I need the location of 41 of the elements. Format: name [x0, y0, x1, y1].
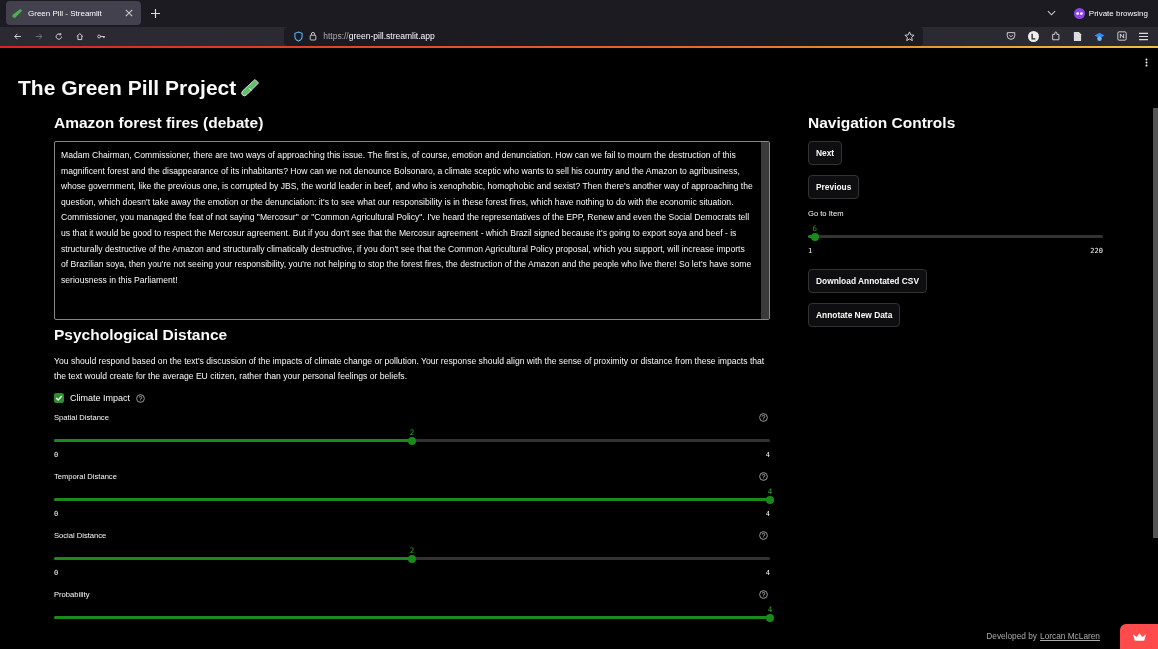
browser-tab[interactable]: Green Pill - Streamlit [6, 1, 141, 26]
more-options-icon[interactable] [1145, 58, 1148, 67]
home-icon[interactable] [76, 31, 84, 41]
checkbox-label: Climate Impact [70, 393, 131, 403]
document-icon[interactable] [1073, 30, 1082, 42]
help-icon[interactable] [759, 413, 768, 422]
close-icon[interactable] [125, 9, 133, 18]
menu-icon[interactable] [1139, 31, 1148, 41]
key-icon[interactable] [96, 32, 106, 40]
lock-icon [309, 31, 318, 42]
shield-icon [294, 30, 304, 42]
nav-button[interactable]: Next [808, 141, 843, 165]
reload-icon[interactable] [55, 31, 63, 41]
section-heading: Psychological Distance [54, 326, 229, 344]
url-text: https://green-pill.streamlit.app [323, 31, 435, 42]
help-icon[interactable] [759, 472, 768, 481]
footer-text: Developed by [986, 631, 1038, 641]
page-title: The Green Pill Project [18, 76, 237, 100]
text-area[interactable]: Madam Chairman, Commissioner, there are two ways of approaching this issue. The first is, of course, emotion and denunciation. How can we fail to mourn the destruction of this magnificent forest and the disappearance of its inhabitants? How can we not denounce Bolsonaro, a climate sceptic who wants to sell his country and the Amazon to agribusiness, whose government, like the previous one, is corrupted by JBS, the world leader in beef, and who is xenophobic, homophobic and sexist? Then there's another way of approaching the question, which doesn't take away the emotion or the denunciation: it's to see what our responsibility is in these forest fires, which have nothing to do with the economic situation. Commissioner, you managed the feat of not saying "Mercosur" or "Common Agricultural Policy". I've heard the representatives of the EPP, Renew and even the Social Democrats tell us that it would be good to respect the Mercosur agreement. But if you don't see that the Mercosur agreement - which Brazil signed because it's going to export soya and beef - is structurally destructive of the Amazon and structurally climatically destructive, if you don't see that the Common Agricultural Policy proposal, which you support, will increase imports of Brazilian soya, then you're not seeing your responsibility, you're not helping to stop the forest fires, the destruction of the Amazon and the people who live there! So let's have some seriousness in this Parliament! [54, 141, 770, 320]
test-tube-icon [240, 78, 261, 98]
nav-button[interactable]: Previous [808, 175, 860, 199]
chevron-down-icon[interactable] [1046, 10, 1056, 17]
graduation-cap-icon[interactable] [1094, 30, 1105, 42]
action-button[interactable]: Download Annotated CSV [808, 269, 927, 293]
back-icon[interactable] [14, 31, 22, 41]
document-heading: Amazon forest fires (debate) [54, 114, 265, 132]
test-tube-icon [12, 7, 23, 19]
help-icon[interactable] [759, 590, 768, 599]
instructions-text: You should respond based on the text's discussion of the impacts of climate change or pollution. Your response should align with the sense of proximity or distance from these impacts that the text would create for the average EU citizen, rather than your personal feelings or beliefs. [54, 355, 766, 383]
navigation-heading: Navigation Controls [808, 114, 956, 132]
checkbox[interactable] [54, 393, 64, 403]
author-link[interactable]: Lorcan McLaren [1040, 631, 1100, 641]
private-browsing-label: Private browsing [1088, 8, 1148, 18]
new-tab-icon[interactable] [151, 8, 160, 18]
help-icon[interactable] [136, 393, 146, 403]
mask-icon [1073, 7, 1085, 19]
account-icon[interactable] [1028, 30, 1039, 42]
forward-icon[interactable] [34, 31, 43, 41]
help-icon[interactable] [759, 531, 768, 540]
star-icon[interactable] [904, 30, 915, 42]
action-button[interactable]: Annotate New Data [808, 303, 901, 327]
